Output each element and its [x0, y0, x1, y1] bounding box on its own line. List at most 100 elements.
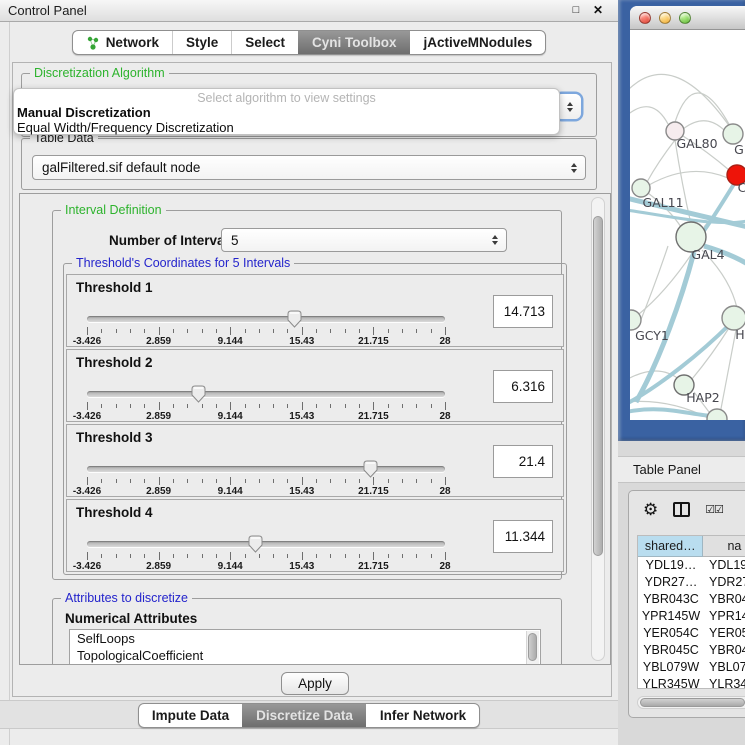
threshold-value-field[interactable]: 21.4	[493, 445, 553, 478]
network-edge[interactable]	[720, 330, 736, 414]
number-of-intervals-value: 5	[231, 233, 239, 248]
network-node-label: HAP2	[686, 390, 719, 405]
slider-track[interactable]	[87, 316, 445, 322]
threshold-slider[interactable]: -3.4262.8599.14415.4321.71528	[87, 538, 445, 570]
table-row[interactable]: YBR045CYBR045C	[638, 642, 745, 659]
column-header-name[interactable]: na	[703, 536, 745, 557]
table-row[interactable]: YER054CYER054C	[638, 625, 745, 642]
apply-button[interactable]: Apply	[281, 672, 349, 695]
table-cell: YBR043C	[638, 591, 704, 608]
network-edge[interactable]	[630, 107, 668, 124]
slider-thumb[interactable]	[248, 535, 263, 553]
close-traffic-light-icon[interactable]	[639, 12, 651, 24]
tab-cyni-toolbox[interactable]: Cyni Toolbox	[298, 31, 410, 54]
node-table[interactable]: shared… na YDL19…YDL19…YDR27…YDR27…YBR04…	[637, 535, 745, 689]
slider-thumb[interactable]	[191, 385, 206, 403]
algorithm-dropdown-popup: Select algorithm to view settings Manual…	[13, 88, 560, 135]
zoom-traffic-light-icon[interactable]	[679, 12, 691, 24]
attributes-group: Attributes to discretize Numerical Attri…	[52, 598, 562, 665]
tick-label: 21.715	[358, 561, 389, 572]
column-header-shared-name[interactable]: shared…	[638, 536, 703, 557]
panel-scrollbar-thumb[interactable]	[593, 216, 603, 556]
table-horizontal-scrollbar[interactable]	[637, 696, 745, 709]
tab-jactivemnodules[interactable]: jActiveMNodules	[410, 31, 546, 54]
threshold-value-field[interactable]: 11.344	[493, 520, 553, 553]
table-row[interactable]: YDR27…YDR27…	[638, 574, 745, 591]
table-row[interactable]: YPR145WYPR145W	[638, 608, 745, 625]
tab-infer-network[interactable]: Infer Network	[366, 704, 479, 727]
network-edge-highlighted[interactable]	[630, 409, 716, 416]
slider-track[interactable]	[87, 391, 445, 397]
network-edge[interactable]	[638, 246, 668, 327]
tab-label: jActiveMNodules	[424, 35, 533, 50]
spinner-arrows-icon	[492, 235, 498, 245]
attributes-scrollbar[interactable]	[526, 631, 539, 665]
table-row[interactable]: YBL079WYBL079W	[638, 659, 745, 676]
attribute-list-item[interactable]: SelfLoops	[70, 630, 540, 647]
interval-definition-label: Interval Definition	[61, 203, 166, 217]
tick-label: -3.426	[73, 561, 101, 572]
tick-label: 9.144	[218, 561, 243, 572]
network-icon	[86, 36, 100, 50]
tab-impute-data[interactable]: Impute Data	[139, 704, 242, 727]
table-cell: YBL079W	[638, 659, 704, 676]
numerical-attributes-list[interactable]: SelfLoopsTopologicalCoefficientBetweenne…	[69, 629, 541, 665]
table-data-select[interactable]: galFiltered.sif default node	[32, 155, 586, 180]
network-edge[interactable]	[649, 171, 728, 185]
network-node[interactable]	[707, 409, 727, 420]
threshold-slider[interactable]: -3.4262.8599.14415.4321.71528	[87, 313, 445, 345]
threshold-value-field[interactable]: 14.713	[493, 295, 553, 328]
tab-label: Select	[245, 35, 285, 50]
table-cell: YDR27…	[638, 574, 704, 591]
algorithm-option[interactable]: Equal Width/Frequency Discretization	[14, 120, 559, 135]
table-cell: YBL079W	[704, 659, 745, 676]
slider-track[interactable]	[87, 541, 445, 547]
threshold-slider[interactable]: -3.4262.8599.14415.4321.71528	[87, 463, 445, 495]
table-row[interactable]: YLR345WYLR345W	[638, 676, 745, 689]
network-canvas[interactable]: GAL80GCGAL11GAL4GCY1HHAP2	[630, 30, 745, 420]
table-cell: YDL19…	[704, 557, 745, 574]
table-row[interactable]: YDL19…YDL19…	[638, 557, 745, 574]
network-edge[interactable]	[683, 121, 724, 130]
algorithm-prompt-option[interactable]: Select algorithm to view settings	[14, 89, 559, 105]
slider-track[interactable]	[87, 466, 445, 472]
attributes-scrollbar-thumb[interactable]	[528, 633, 537, 661]
attribute-list-item[interactable]: TopologicalCoefficient	[70, 647, 540, 664]
threshold-slider[interactable]: -3.4262.8599.14415.4321.71528	[87, 388, 445, 420]
network-edge-highlighted[interactable]	[700, 184, 734, 236]
tab-select[interactable]: Select	[231, 31, 298, 54]
table-scrollbar-thumb[interactable]	[640, 698, 745, 707]
table-cell: YBR045C	[704, 642, 745, 659]
tick-label: 28	[439, 486, 450, 497]
tick-label: 21.715	[358, 486, 389, 497]
columns-icon[interactable]	[673, 502, 690, 517]
select-checkboxes-icon[interactable]: ☑☑	[705, 503, 723, 516]
tick-label: 15.43	[289, 486, 314, 497]
network-edge[interactable]	[630, 74, 730, 127]
table-row[interactable]: YBR043CYBR043C	[638, 591, 745, 608]
float-window-icon[interactable]: □	[568, 2, 584, 18]
table-data-select-value: galFiltered.sif default node	[42, 160, 200, 175]
tick-label: 21.715	[358, 336, 389, 347]
slider-ticks	[87, 401, 445, 410]
slider-ticks	[87, 326, 445, 335]
tab-discretize-data[interactable]: Discretize Data	[242, 704, 366, 727]
tab-network[interactable]: Network	[73, 31, 172, 54]
slider-thumb[interactable]	[287, 310, 302, 328]
tick-label: 28	[439, 336, 450, 347]
panel-scrollbar[interactable]	[591, 197, 605, 661]
attributes-to-discretize-label: Attributes to discretize	[61, 591, 192, 605]
close-window-icon[interactable]: ✕	[590, 2, 606, 18]
attribute-list-item[interactable]: BetweennessCentrality	[70, 664, 540, 665]
minimize-traffic-light-icon[interactable]	[659, 12, 671, 24]
number-of-intervals-select[interactable]: 5	[221, 228, 507, 252]
discretization-algorithm-label: Discretization Algorithm	[30, 66, 169, 80]
threshold-value-field[interactable]: 6.316	[493, 370, 553, 403]
network-node-g[interactable]	[723, 124, 743, 144]
slider-thumb[interactable]	[363, 460, 378, 478]
tab-label: Discretize Data	[256, 708, 353, 723]
gear-icon[interactable]: ⚙	[643, 501, 658, 518]
algorithm-option[interactable]: Manual Discretization	[14, 105, 559, 120]
network-graph: GAL80GCGAL11GAL4GCY1HHAP2	[630, 30, 745, 420]
tab-style[interactable]: Style	[172, 31, 231, 54]
